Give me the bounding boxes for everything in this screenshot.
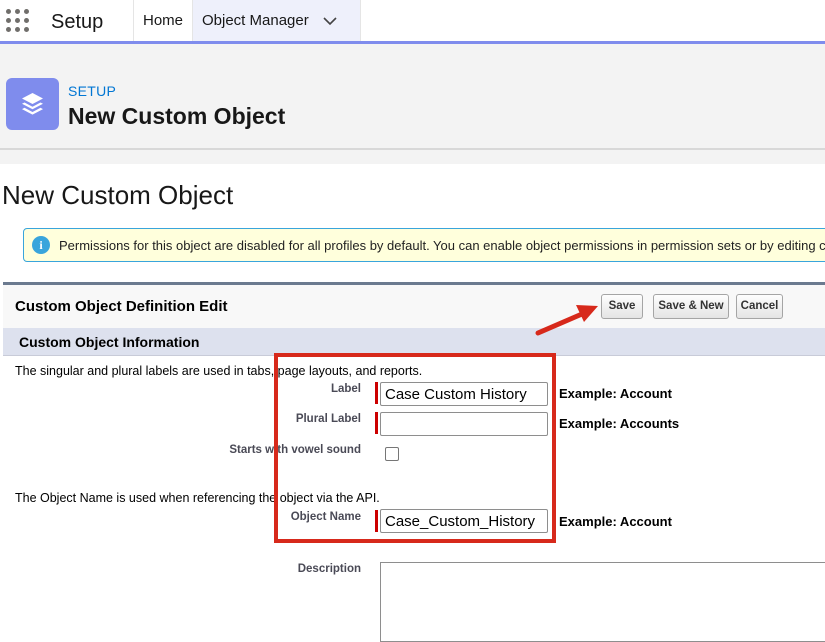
app-launcher-icon[interactable] [6, 9, 32, 35]
page-title: New Custom Object [2, 180, 234, 210]
tab-object-manager[interactable]: Object Manager [193, 0, 360, 44]
description-field-label: Description [297, 563, 361, 575]
object-name-example: Example: Account [559, 514, 672, 529]
tab-home-label: Home [143, 12, 184, 29]
cancel-button[interactable]: Cancel [736, 294, 783, 319]
app-name: Setup [51, 11, 104, 33]
header-title: New Custom Object [68, 103, 286, 129]
tab-object-manager-label: Object Manager [202, 12, 309, 29]
nav-divider [360, 0, 361, 41]
save-and-new-button[interactable]: Save & New [653, 294, 729, 319]
global-nav-bar: Setup Home Object Manager [0, 0, 825, 44]
info-banner-text: Permissions for this object are disabled… [59, 238, 825, 253]
panel-title: Custom Object Definition Edit [15, 298, 228, 315]
description-textarea[interactable] [380, 562, 825, 642]
section-header: Custom Object Information [3, 328, 825, 356]
plural-label-example: Example: Accounts [559, 416, 680, 431]
info-banner: i Permissions for this object are disabl… [23, 228, 825, 262]
breadcrumb[interactable]: SETUP [68, 83, 116, 99]
page-header: SETUP New Custom Object [0, 58, 825, 150]
chevron-down-icon[interactable] [323, 16, 337, 26]
section-title: Custom Object Information [19, 334, 200, 350]
save-button[interactable]: Save [601, 294, 643, 319]
stacked-layers-icon [6, 78, 59, 130]
annotation-arrow-icon [535, 305, 598, 336]
tab-home[interactable]: Home [134, 0, 192, 41]
info-icon: i [32, 236, 50, 254]
panel-header: Custom Object Definition Edit Save Save … [3, 285, 825, 328]
annotation-highlight-box [274, 353, 556, 543]
label-example: Example: Account [559, 386, 672, 401]
